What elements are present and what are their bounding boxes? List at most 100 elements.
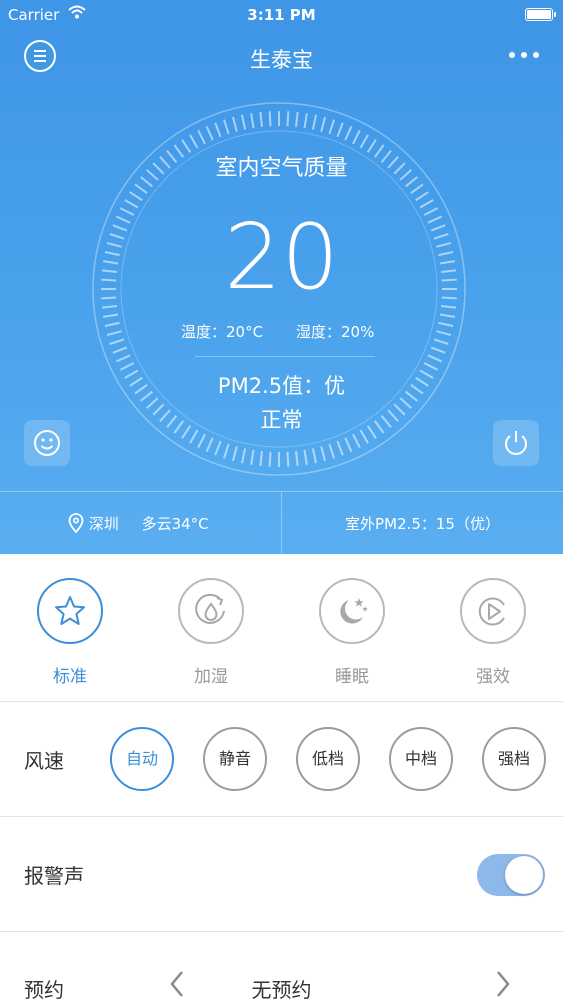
humidify-icon	[195, 593, 225, 624]
moon-icon	[340, 598, 368, 624]
dial-tick	[320, 446, 327, 462]
dial-tick	[250, 113, 255, 129]
dial-tick	[106, 330, 122, 337]
dial-tick	[197, 433, 206, 449]
star-icon	[55, 596, 85, 625]
mode-humidify[interactable]: 加湿	[141, 578, 281, 687]
dial-tick	[439, 313, 455, 318]
boost-icon	[478, 597, 505, 626]
dial-tick	[436, 330, 452, 337]
alarm-label: 报警声	[24, 864, 84, 888]
dial-tick	[214, 440, 222, 456]
wind-speed-row: 风速 自动 静音 低档 中档 强档	[0, 702, 563, 817]
dial-tick	[303, 449, 308, 465]
mode-sleep[interactable]: 睡眠	[282, 578, 422, 687]
smiley-button[interactable]	[24, 420, 70, 466]
dial-tick	[336, 440, 344, 456]
alarm-row: 报警声	[0, 817, 563, 932]
dial-tick	[205, 125, 214, 141]
dial-tick	[104, 321, 120, 327]
dial-tick	[189, 134, 199, 149]
mode-label: 加湿	[194, 667, 228, 687]
dial-tick	[231, 116, 238, 132]
battery-icon	[525, 8, 556, 21]
dial-tick	[311, 448, 317, 464]
dial-tick	[268, 451, 272, 467]
location-text: 深圳	[88, 515, 119, 533]
outdoor-pm25: 室外PM2.5：15（优）	[345, 515, 500, 533]
dial-tick	[410, 183, 424, 195]
dial-tick	[430, 346, 446, 354]
dial-tick	[352, 129, 361, 145]
dial-tick	[352, 433, 361, 449]
power-icon	[505, 431, 527, 455]
smiley-icon	[34, 430, 60, 456]
more-icon[interactable]	[509, 52, 541, 60]
mode-selector: 标准 加湿 睡眠 强效	[0, 554, 563, 702]
dial-tick	[119, 362, 135, 371]
dial-tick	[223, 119, 230, 135]
dial-tick	[286, 451, 290, 467]
dial-tick	[438, 321, 454, 327]
dial-tick	[311, 114, 317, 130]
app-title: 生泰宝	[250, 48, 313, 72]
dial-tick	[241, 448, 247, 464]
dial-tick	[286, 111, 290, 127]
mode-label: 睡眠	[335, 667, 369, 687]
mode-label: 强效	[476, 667, 510, 687]
mode-boost[interactable]: 强效	[423, 578, 563, 687]
wind-medium-button[interactable]: 中档	[389, 727, 453, 791]
dial-tick	[112, 346, 128, 354]
weather-info: 深圳 多云34°C	[68, 513, 209, 534]
dial-tick	[415, 191, 429, 202]
status-time: 3:11 PM	[247, 6, 316, 24]
dial-tick	[427, 354, 443, 363]
dial-tick	[320, 116, 327, 132]
schedule-next-icon[interactable]	[492, 968, 514, 1000]
dial-tick	[423, 362, 439, 371]
dial-divider	[195, 356, 375, 357]
dial-tick	[295, 451, 299, 467]
schedule-prev-icon[interactable]	[166, 968, 188, 1000]
dial-tick	[295, 111, 299, 127]
dial-tick	[129, 191, 143, 202]
header-panel: Carrier 3:11 PM 生泰宝 室内空气质量 20 温度：20°C 湿度…	[0, 0, 563, 555]
dial-tick	[328, 443, 335, 459]
dial-tick	[344, 125, 353, 141]
dial-tick	[103, 313, 119, 318]
wind-low-button[interactable]: 低档	[296, 727, 360, 791]
dial-tick	[433, 338, 449, 345]
schedule-row: 预约 无预约	[0, 932, 563, 1002]
wind-speed-label: 风速	[24, 749, 64, 773]
air-status: 正常	[260, 408, 303, 432]
dial-tick	[328, 119, 335, 135]
alarm-toggle[interactable]	[477, 854, 545, 896]
dial-tick	[109, 338, 125, 345]
dial-tick	[259, 451, 263, 467]
dial-tick	[268, 111, 272, 127]
wind-silent-button[interactable]: 静音	[203, 727, 267, 791]
dial-tick	[231, 446, 238, 462]
weather-text: 多云34°C	[141, 515, 209, 533]
power-button[interactable]	[493, 420, 539, 466]
dial-tick	[115, 354, 131, 363]
location-pin-icon	[68, 513, 84, 534]
mode-standard[interactable]: 标准	[0, 578, 140, 687]
dial-tick	[336, 122, 344, 138]
temperature-reading: 温度：20°C	[181, 323, 264, 341]
dial-tick	[259, 111, 263, 127]
dial-tick	[134, 183, 148, 195]
dial-tick	[359, 134, 369, 149]
status-bar: Carrier 3:11 PM	[0, 0, 563, 30]
dial-tick	[241, 114, 247, 130]
mode-label: 标准	[53, 667, 87, 687]
dial-tick	[344, 437, 353, 453]
toggle-knob	[505, 856, 543, 894]
weather-bar: 深圳 多云34°C 室外PM2.5：15（优）	[0, 491, 563, 555]
dial-tick	[250, 449, 255, 465]
air-quality-value: 20	[224, 205, 339, 310]
dial-tick	[223, 443, 230, 459]
wind-auto-button[interactable]: 自动	[110, 727, 174, 791]
wind-high-button[interactable]: 强档	[482, 727, 546, 791]
dial-tick	[197, 129, 206, 145]
